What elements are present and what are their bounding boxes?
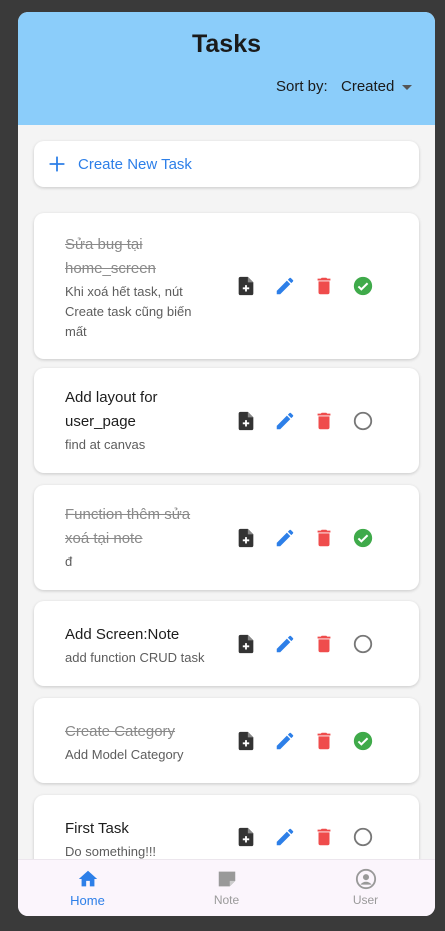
unchecked-circle-icon[interactable]: [351, 409, 375, 433]
task-description: Khi xoá hết task, nút Create task cũng b…: [65, 284, 192, 339]
task-title: Sửa bug tại home_screen: [65, 236, 156, 277]
note-add-icon[interactable]: [234, 729, 258, 753]
delete-icon[interactable]: [312, 274, 336, 298]
bottom-navigation: Home Note User: [18, 859, 435, 916]
note-icon: [218, 871, 235, 887]
app-window: Tasks Sort by: Created Create New Task S…: [18, 12, 435, 916]
home-icon: [78, 870, 97, 887]
delete-icon[interactable]: [312, 825, 336, 849]
checked-circle-icon[interactable]: [351, 526, 375, 550]
task-list[interactable]: Create New Task Sửa bug tại home_screen …: [18, 125, 435, 865]
edit-icon[interactable]: [273, 825, 297, 849]
task-description: đ: [65, 554, 73, 569]
nav-item-home[interactable]: Home: [18, 860, 157, 916]
note-add-icon[interactable]: [234, 526, 258, 550]
nav-item-note[interactable]: Note: [157, 860, 296, 916]
note-add-icon[interactable]: [234, 274, 258, 298]
unchecked-circle-icon[interactable]: [351, 632, 375, 656]
user-icon: [355, 868, 376, 890]
delete-icon[interactable]: [312, 632, 336, 656]
edit-icon[interactable]: [273, 274, 297, 298]
chevron-down-icon: [402, 85, 413, 90]
nav-label-note: Note: [213, 893, 240, 907]
unchecked-circle-icon[interactable]: [351, 825, 375, 849]
task-title: First Task: [65, 820, 129, 837]
task-card[interactable]: Create Category Add Model Category: [34, 698, 419, 783]
note-add-icon[interactable]: [234, 409, 258, 433]
task-title: Add layout for user_page: [65, 389, 158, 430]
delete-icon[interactable]: [312, 526, 336, 550]
note-add-icon[interactable]: [234, 632, 258, 656]
sort-dropdown[interactable]: Created: [341, 78, 413, 95]
task-card[interactable]: First Task Do something!!!: [34, 795, 419, 865]
plus-icon: [49, 156, 65, 172]
page-title: Tasks: [191, 30, 262, 58]
create-task-button[interactable]: Create New Task: [34, 141, 419, 187]
task-title: Create Category: [65, 723, 176, 740]
delete-icon[interactable]: [312, 409, 336, 433]
task-title: Add Screen:Note: [65, 626, 180, 643]
checked-circle-icon[interactable]: [351, 729, 375, 753]
nav-item-user[interactable]: User: [296, 860, 435, 916]
task-card[interactable]: Add Screen:Note add function CRUD task: [34, 601, 419, 686]
edit-icon[interactable]: [273, 526, 297, 550]
task-card[interactable]: Function thêm sửa xoá tại note đ: [34, 485, 419, 590]
nav-label-home: Home: [70, 893, 105, 908]
task-description: Add Model Category: [65, 747, 184, 762]
task-title: Function thêm sửa xoá tại note: [65, 506, 191, 547]
checked-circle-icon[interactable]: [351, 274, 375, 298]
sort-value: Created: [341, 78, 395, 95]
create-task-label: Create New Task: [78, 155, 192, 173]
delete-icon[interactable]: [312, 729, 336, 753]
task-card[interactable]: Add layout for user_page find at canvas: [34, 368, 419, 473]
edit-icon[interactable]: [273, 409, 297, 433]
task-description: find at canvas: [65, 437, 146, 452]
nav-label-user: User: [352, 893, 379, 907]
edit-icon[interactable]: [273, 729, 297, 753]
sort-label: Sort by:: [276, 78, 328, 95]
task-card[interactable]: Sửa bug tại home_screen Khi xoá hết task…: [34, 213, 419, 359]
edit-icon[interactable]: [273, 632, 297, 656]
task-description: add function CRUD task: [65, 650, 205, 665]
app-header: Tasks Sort by: Created: [18, 12, 435, 125]
note-add-icon[interactable]: [234, 825, 258, 849]
